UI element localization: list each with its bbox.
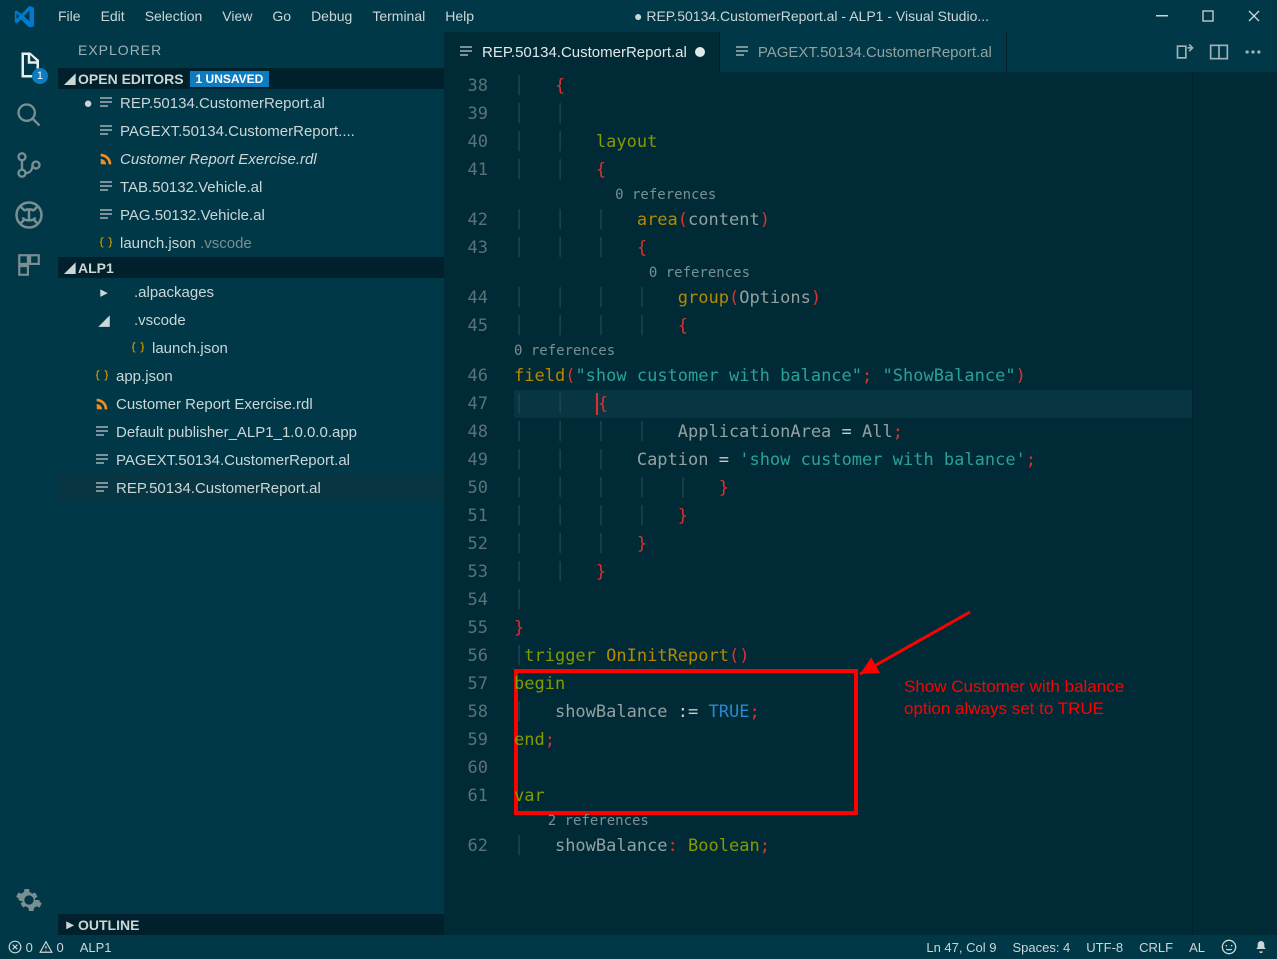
sidebar: EXPLORER ◢ OPEN EDITORS 1 UNSAVED ●REP.5… [58,32,444,935]
open-editors-header[interactable]: ◢ OPEN EDITORS 1 UNSAVED [58,68,444,89]
status-eol[interactable]: CRLF [1139,940,1173,955]
open-editor-item[interactable]: launch.json .vscode [58,229,444,257]
more-actions-icon[interactable] [1243,42,1263,62]
status-language[interactable]: AL [1189,940,1205,955]
tab-modified-dot-icon [695,47,705,57]
project-tree-item[interactable]: PAGEXT.50134.CustomerReport.al [58,446,444,474]
activity-settings-icon[interactable] [0,875,58,925]
window-close-button[interactable] [1231,0,1277,32]
status-bell-icon[interactable] [1253,939,1269,955]
menu-selection[interactable]: Selection [135,8,213,24]
sidebar-title: EXPLORER [58,32,444,68]
split-editor-icon[interactable] [1209,42,1229,62]
unsaved-badge: 1 UNSAVED [190,71,270,87]
open-editor-item[interactable]: PAG.50132.Vehicle.al [58,201,444,229]
status-encoding[interactable]: UTF-8 [1086,940,1123,955]
window-title: ● REP.50134.CustomerReport.al - ALP1 - V… [484,8,1139,24]
window-minimize-button[interactable] [1139,0,1185,32]
activity-bar: 1 [0,32,58,935]
project-tree-item[interactable]: Default publisher_ALP1_1.0.0.0.app [58,418,444,446]
activity-explorer-badge: 1 [32,68,48,84]
status-project[interactable]: ALP1 [80,940,112,955]
open-editor-item[interactable]: Customer Report Exercise.rdl [58,145,444,173]
project-tree-item[interactable]: ▸.alpackages [58,278,444,306]
activity-search-icon[interactable] [0,90,58,140]
code-editor[interactable]: 3839404142434445464748495051525354555657… [444,72,1277,935]
activity-source-control-icon[interactable] [0,140,58,190]
menu-terminal[interactable]: Terminal [362,8,435,24]
status-spaces[interactable]: Spaces: 4 [1012,940,1070,955]
status-errors[interactable]: 0 [8,940,33,955]
project-tree-item[interactable]: Customer Report Exercise.rdl [58,390,444,418]
open-editor-item[interactable]: PAGEXT.50134.CustomerReport.... [58,117,444,145]
status-bar: 0 0 ALP1 Ln 47, Col 9 Spaces: 4 UTF-8 CR… [0,935,1277,959]
project-tree-item[interactable]: launch.json [58,334,444,362]
project-tree-item[interactable]: REP.50134.CustomerReport.al [58,474,444,502]
open-editor-item[interactable]: TAB.50132.Vehicle.al [58,173,444,201]
window-maximize-button[interactable] [1185,0,1231,32]
status-warnings[interactable]: 0 [39,940,64,955]
open-editor-item[interactable]: ●REP.50134.CustomerReport.al [58,89,444,117]
activity-explorer-icon[interactable]: 1 [0,40,58,90]
menu-view[interactable]: View [212,8,262,24]
menu-file[interactable]: File [48,8,91,24]
titlebar: File Edit Selection View Go Debug Termin… [0,0,1277,32]
project-tree-item[interactable]: ◢.vscode [58,306,444,334]
menu-help[interactable]: Help [435,8,484,24]
activity-extensions-icon[interactable] [0,240,58,290]
menu-edit[interactable]: Edit [91,8,135,24]
project-tree-item[interactable]: app.json [58,362,444,390]
compare-changes-icon[interactable] [1175,42,1195,62]
project-header[interactable]: ◢ ALP1 [58,257,444,278]
outline-header[interactable]: ▸ OUTLINE [58,914,444,935]
menu-go[interactable]: Go [262,8,301,24]
editor-tabs: REP.50134.CustomerReport.al PAGEXT.50134… [444,32,1277,72]
activity-debug-icon[interactable] [0,190,58,240]
minimap[interactable] [1192,72,1277,935]
editor-area: REP.50134.CustomerReport.al PAGEXT.50134… [444,32,1277,935]
status-ln-col[interactable]: Ln 47, Col 9 [926,940,996,955]
status-feedback-icon[interactable] [1221,939,1237,955]
tab-pagext-customer-report[interactable]: PAGEXT.50134.CustomerReport.al [720,32,1007,72]
menu-debug[interactable]: Debug [301,8,362,24]
tab-rep-customer-report[interactable]: REP.50134.CustomerReport.al [444,32,720,72]
vscode-logo-icon [0,5,48,27]
